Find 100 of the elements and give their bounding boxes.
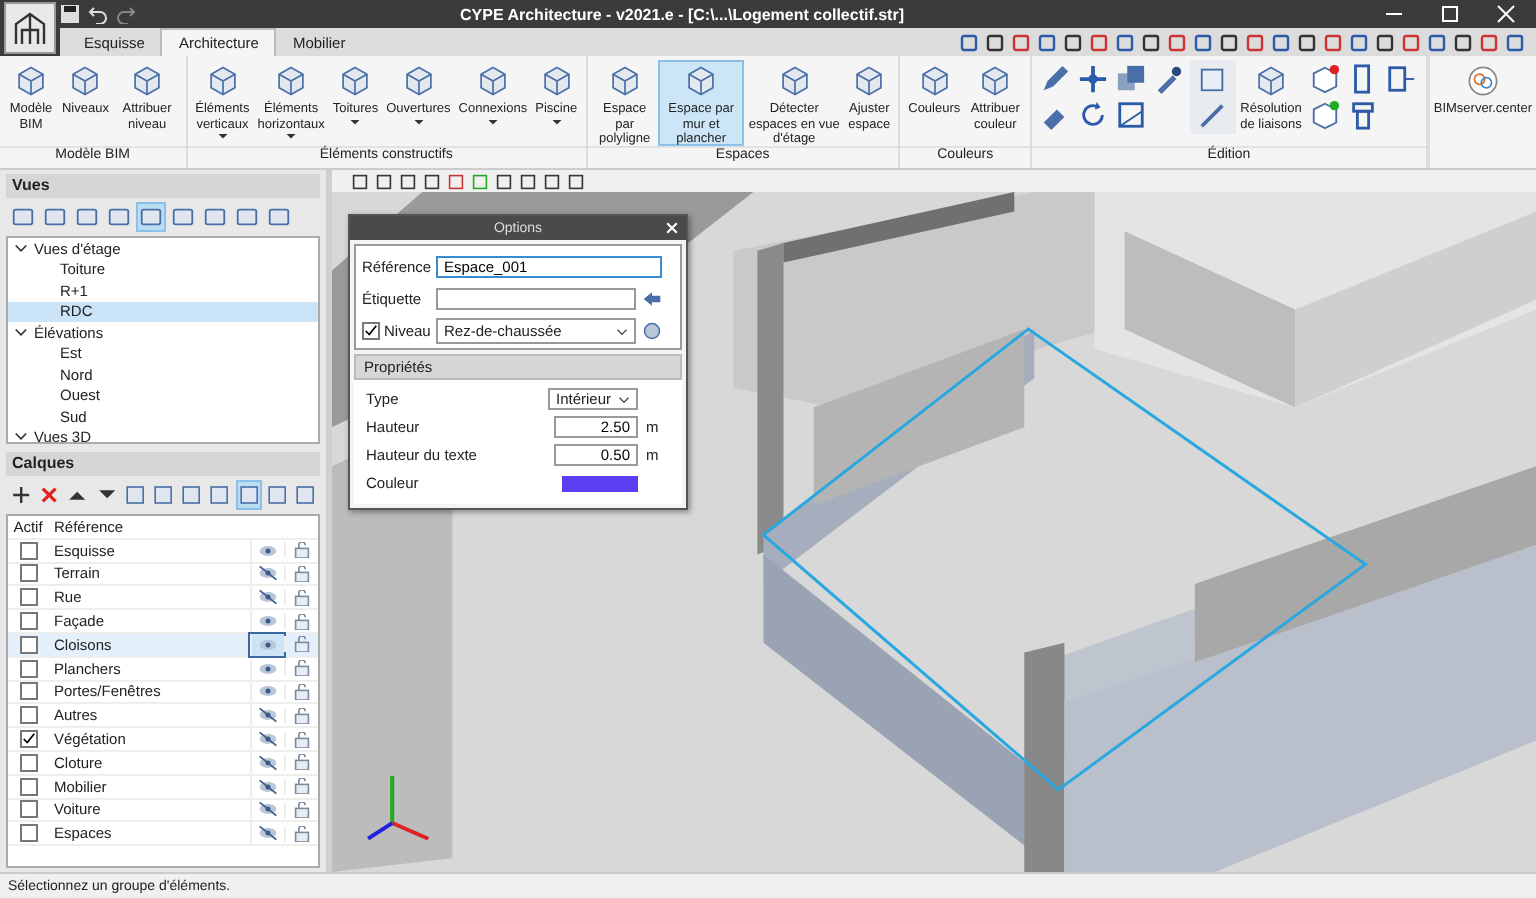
- cube-icon: [130, 64, 165, 98]
- padlock-icon[interactable]: [294, 683, 310, 700]
- eyedropper-icon[interactable]: [1154, 64, 1185, 94]
- hidden-eye-icon[interactable]: [258, 590, 278, 605]
- redo-icon[interactable]: [116, 4, 136, 24]
- padlock-icon[interactable]: [294, 660, 310, 677]
- layer-tool-icon[interactable]: [237, 482, 260, 508]
- checkbox[interactable]: [19, 824, 37, 843]
- cube-icon: [401, 64, 436, 98]
- padlock-icon[interactable]: [294, 565, 310, 582]
- eye-icon[interactable]: [258, 637, 278, 652]
- checkbox[interactable]: [362, 322, 380, 340]
- view-tool-icon[interactable]: [266, 204, 292, 230]
- delete-icon[interactable]: [38, 482, 61, 508]
- padlock-icon[interactable]: [294, 636, 310, 653]
- cube-icon: [684, 64, 719, 98]
- checkbox[interactable]: [19, 777, 37, 796]
- column-icon[interactable]: [1347, 100, 1378, 130]
- checkbox[interactable]: [19, 541, 37, 560]
- layer-tool-icon[interactable]: [265, 482, 288, 508]
- hidden-eye-icon[interactable]: [258, 826, 278, 841]
- checkbox[interactable]: [19, 564, 37, 583]
- cube-icon: [539, 64, 574, 98]
- caret-icon[interactable]: [286, 134, 297, 140]
- checkbox[interactable]: [19, 682, 37, 701]
- layer-tool-icon[interactable]: [180, 482, 203, 508]
- panel-title: Calques: [12, 454, 75, 472]
- view-tool-icon[interactable]: [202, 204, 228, 230]
- padlock-icon[interactable]: [294, 801, 310, 818]
- chevron-down-icon[interactable]: [618, 395, 630, 403]
- checkbox[interactable]: [19, 659, 37, 678]
- chevron-icon[interactable]: [14, 430, 28, 442]
- hidden-eye-icon[interactable]: [258, 566, 278, 581]
- cube-icon: [1254, 64, 1288, 98]
- checkbox[interactable]: [19, 730, 37, 749]
- padlock-icon[interactable]: [294, 542, 310, 559]
- caret-icon[interactable]: [551, 119, 562, 125]
- view-tool-icon[interactable]: [74, 204, 100, 230]
- caret-icon[interactable]: [413, 119, 424, 125]
- axis-gizmo-icon: [367, 776, 430, 841]
- hidden-eye-icon[interactable]: [258, 779, 278, 794]
- padlock-icon[interactable]: [294, 754, 310, 771]
- checkbox[interactable]: [19, 635, 37, 654]
- view-tool-icon[interactable]: [170, 204, 196, 230]
- tag-field[interactable]: [436, 288, 636, 310]
- eye-icon[interactable]: [258, 684, 278, 699]
- chevron-icon[interactable]: [14, 241, 28, 256]
- layer-tool-icon[interactable]: [293, 482, 317, 508]
- padlock-icon[interactable]: [294, 731, 310, 748]
- caret-icon[interactable]: [217, 134, 228, 140]
- chevron-icon[interactable]: [14, 325, 28, 340]
- arrow-left-icon[interactable]: [642, 290, 662, 308]
- checkbox[interactable]: [19, 588, 37, 607]
- padlock-icon[interactable]: [294, 707, 310, 724]
- move-arrows-icon[interactable]: [1078, 64, 1109, 94]
- eye-icon[interactable]: [258, 614, 278, 629]
- panel-title: Vues: [12, 176, 50, 194]
- cube-icon: [13, 64, 48, 98]
- caret-icon[interactable]: [487, 119, 498, 125]
- checkbox[interactable]: [19, 753, 37, 772]
- cube-icon: [607, 64, 642, 98]
- window-title: CYPE Architecture - v2021.e - [C:\...\Logement collectif.str]: [460, 5, 906, 23]
- eye-icon[interactable]: [258, 661, 278, 676]
- close-icon[interactable]: [1496, 4, 1516, 24]
- app-logo-icon[interactable]: [4, 2, 56, 54]
- eye-icon[interactable]: [258, 543, 278, 558]
- checkbox[interactable]: [19, 706, 37, 725]
- hidden-eye-icon[interactable]: [258, 732, 278, 747]
- caret-icon[interactable]: [350, 119, 361, 125]
- add-icon[interactable]: [10, 482, 33, 508]
- copy-squares-icon[interactable]: [1116, 64, 1147, 94]
- cube-icon: [205, 64, 240, 98]
- hidden-eye-icon[interactable]: [258, 802, 278, 817]
- chevron-down-icon[interactable]: [616, 327, 628, 335]
- undo-icon[interactable]: [88, 4, 108, 24]
- stretch-icon[interactable]: [1116, 100, 1147, 130]
- view-tool-icon[interactable]: [234, 204, 260, 230]
- padlock-icon[interactable]: [294, 589, 310, 606]
- padlock-icon[interactable]: [294, 613, 310, 630]
- view-tool-icon[interactable]: [42, 204, 68, 230]
- view-tool-icon[interactable]: [138, 204, 164, 230]
- layer-tool-icon[interactable]: [151, 482, 175, 508]
- view-tool-icon[interactable]: [10, 204, 36, 230]
- save-icon[interactable]: [60, 4, 80, 24]
- close-icon[interactable]: [664, 220, 680, 236]
- layer-tool-icon[interactable]: [208, 482, 231, 508]
- maximize-icon[interactable]: [1440, 4, 1460, 24]
- layer-tool-icon[interactable]: [123, 482, 146, 508]
- padlock-icon[interactable]: [294, 825, 310, 842]
- pencil-icon[interactable]: [1040, 64, 1071, 94]
- checkbox[interactable]: [19, 612, 37, 631]
- rotate-icon[interactable]: [1078, 100, 1109, 130]
- view-tool-icon[interactable]: [106, 204, 132, 230]
- checkbox[interactable]: [19, 800, 37, 819]
- globe-logo-icon: [1465, 64, 1500, 98]
- padlock-icon[interactable]: [294, 778, 310, 795]
- hidden-eye-icon[interactable]: [258, 708, 278, 723]
- color-swatch[interactable]: [562, 475, 638, 491]
- hidden-eye-icon[interactable]: [258, 755, 278, 770]
- extend-arrow-icon[interactable]: [1385, 64, 1416, 94]
